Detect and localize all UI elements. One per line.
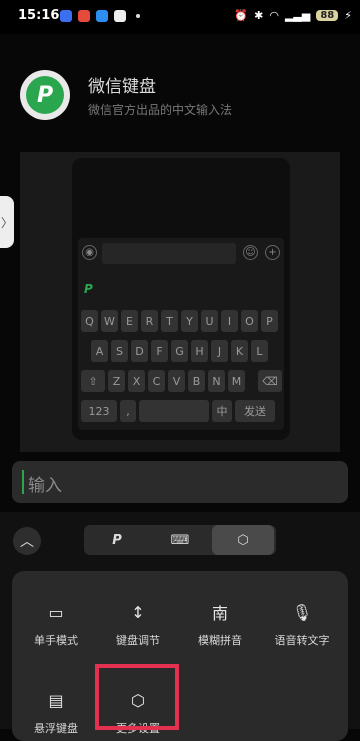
alarm-icon: ⏰ (234, 9, 249, 22)
app-subtitle: 微信官方出品的中文输入法 (88, 103, 233, 117)
voice-to-text-icon: 🎙 (291, 602, 313, 622)
preview-key: M (228, 370, 245, 392)
preview-key: Z (108, 370, 125, 392)
preview-key: D (131, 340, 148, 362)
tile-label: 语音转文字 (274, 634, 330, 647)
resize-icon: ↕ (131, 602, 145, 622)
collapse-button[interactable]: ︿ (13, 527, 41, 555)
signal-icon: ▂▃▅ (284, 9, 311, 22)
fuzzy-pinyin-icon: 南 (211, 604, 228, 623)
backspace-key: ⌫ (258, 370, 282, 392)
keyboard-icon: ⌨ (170, 532, 190, 548)
notification-app-icon (114, 10, 126, 22)
chevron-right-icon: 〉 (0, 215, 13, 230)
hexagon-settings-icon: ⬡ (237, 532, 249, 548)
preview-key: I (221, 310, 238, 332)
tile-label: 悬浮键盘 (34, 722, 78, 735)
preview-key: G (171, 340, 188, 362)
tile-label: 模糊拼音 (198, 634, 242, 647)
keyboard-adjust-tile[interactable]: ↕ 键盘调节 (96, 600, 180, 648)
tile-label: 单手模式 (34, 634, 78, 647)
more-notifications-dot (136, 14, 140, 18)
emoji-icon: ☺ (243, 245, 258, 260)
app-logo: P (20, 70, 70, 120)
preview-key: E (121, 310, 138, 332)
text-input[interactable]: 输入 (12, 461, 348, 503)
preview-key: W (101, 310, 118, 332)
notification-app-icon (96, 10, 108, 22)
one-hand-icon: ▭ (48, 602, 64, 622)
preview-key: H (191, 340, 208, 362)
charging-icon: ⚡ (344, 9, 352, 22)
tab-keyboard[interactable]: ⌨ (149, 525, 211, 555)
preview-key: V (168, 370, 185, 392)
tile-label: 键盘调节 (116, 634, 160, 647)
status-time: 15:16 (18, 8, 60, 23)
preview-key: C (148, 370, 165, 392)
text-caret (22, 470, 24, 494)
add-icon: + (265, 245, 280, 260)
chevron-up-icon: ︿ (20, 534, 34, 550)
preview-logo-icon: P (84, 282, 93, 296)
side-drawer-handle[interactable]: 〉 (0, 196, 14, 248)
notification-app-icon (78, 10, 90, 22)
voice-to-text-tile[interactable]: 🎙 语音转文字 (260, 600, 344, 648)
voice-icon: ◉ (82, 245, 97, 260)
preview-key: K (231, 340, 248, 362)
tab-logo[interactable]: P (86, 525, 148, 555)
preview-key: R (141, 310, 158, 332)
send-key: 发送 (235, 400, 275, 422)
key-row: ASDFGHJKL (91, 340, 268, 362)
preview-key: O (241, 310, 258, 332)
space-key (139, 400, 209, 422)
preview-key: F (151, 340, 168, 362)
one-hand-mode-tile[interactable]: ▭ 单手模式 (14, 600, 98, 648)
preview-key: T (161, 310, 178, 332)
input-placeholder: 输入 (28, 476, 62, 496)
notification-app-icon (60, 10, 72, 22)
highlight-box (95, 664, 179, 730)
preview-key: J (211, 340, 228, 362)
preview-key: P (261, 310, 278, 332)
floating-keyboard-icon: ▤ (48, 690, 64, 710)
tab-settings[interactable]: ⬡ (212, 525, 274, 555)
key-row: ⇧ ZXCVBNM (81, 370, 245, 392)
bluetooth-icon: ✱ (254, 9, 264, 22)
language-key: 中 (212, 400, 232, 422)
preview-input (102, 243, 236, 264)
preview-key: B (188, 370, 205, 392)
wechat-keyboard-icon: P (112, 532, 122, 548)
app-title: 微信键盘 (88, 77, 156, 97)
key-row: 123 , 中 发送 (81, 400, 275, 422)
comma-key: , (120, 400, 136, 422)
fuzzy-pinyin-tile[interactable]: 南 模糊拼音 (178, 600, 262, 648)
shift-key: ⇧ (81, 370, 105, 392)
preview-key: S (111, 340, 128, 362)
preview-key: A (91, 340, 108, 362)
preview-key: Y (181, 310, 198, 332)
battery-indicator: 88 (316, 10, 339, 21)
key-row: QWERTYUIOP (81, 310, 278, 332)
status-bar: 15:16 ⏰ ✱ ◠ ▂▃▅ 88 ⚡ (0, 0, 360, 34)
preview-key: X (128, 370, 145, 392)
preview-key: U (201, 310, 218, 332)
toolbar-segmented-control: P ⌨ ⬡ (84, 525, 276, 555)
wechat-keyboard-logo-icon: P (26, 76, 64, 114)
wifi-icon: ◠ (269, 9, 279, 22)
preview-key: Q (81, 310, 98, 332)
preview-key: L (251, 340, 268, 362)
preview-key: N (208, 370, 225, 392)
number-key: 123 (81, 400, 117, 422)
